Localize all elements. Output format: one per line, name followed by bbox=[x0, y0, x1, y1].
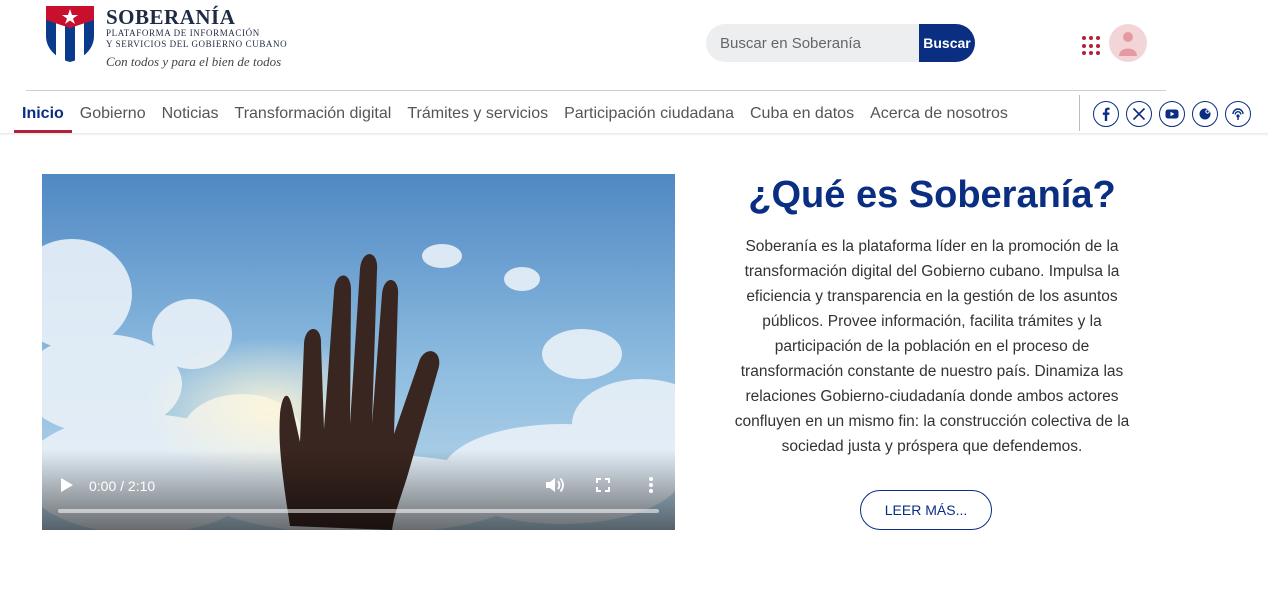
main-nav: Inicio Gobierno Noticias Transformación … bbox=[14, 95, 1016, 133]
youtube-icon[interactable] bbox=[1159, 101, 1185, 127]
brand-title: SOBERANÍA bbox=[106, 5, 236, 29]
play-icon[interactable] bbox=[60, 477, 74, 493]
social-links bbox=[1093, 101, 1258, 127]
about-title: ¿Qué es Soberanía? bbox=[748, 174, 1116, 216]
brand-subtitle-2: Y SERVICIOS DEL GOBIERNO CUBANO bbox=[106, 39, 288, 49]
video-progress-bar[interactable] bbox=[58, 509, 659, 513]
read-more-button[interactable]: LEER MÁS... bbox=[860, 490, 992, 530]
nav-item-tramites-servicios[interactable]: Trámites y servicios bbox=[399, 95, 556, 133]
volume-icon[interactable] bbox=[545, 476, 565, 494]
user-avatar-icon[interactable] bbox=[1109, 24, 1147, 62]
site-logo[interactable]: SOBERANÍA PLATAFORMA DE INFORMACIÓN Y SE… bbox=[46, 6, 287, 70]
cuba-flag-shield-icon bbox=[46, 6, 94, 62]
site-header: SOBERANÍA PLATAFORMA DE INFORMACIÓN Y SE… bbox=[0, 0, 1268, 90]
logo-text: SOBERANÍA PLATAFORMA DE INFORMACIÓN Y SE… bbox=[106, 6, 287, 70]
search-bar: Buscar bbox=[706, 24, 975, 62]
header-divider bbox=[26, 90, 1166, 91]
mastodon-icon[interactable] bbox=[1192, 101, 1218, 127]
x-twitter-icon[interactable] bbox=[1126, 101, 1152, 127]
nav-item-inicio[interactable]: Inicio bbox=[14, 95, 72, 133]
about-text: Soberanía es la plataforma líder en la p… bbox=[734, 238, 1130, 455]
search-button[interactable]: Buscar bbox=[919, 24, 975, 62]
more-options-icon[interactable] bbox=[648, 476, 654, 494]
nav-item-noticias[interactable]: Noticias bbox=[154, 95, 227, 133]
nav-item-transformacion-digital[interactable]: Transformación digital bbox=[227, 95, 400, 133]
intro-video-player[interactable]: 0:00 / 2:10 bbox=[42, 174, 675, 530]
fullscreen-icon[interactable] bbox=[596, 478, 610, 492]
nav-divider bbox=[1079, 95, 1080, 131]
search-input[interactable] bbox=[706, 24, 919, 62]
video-controls: 0:00 / 2:10 bbox=[42, 450, 675, 530]
podcast-icon[interactable] bbox=[1225, 101, 1251, 127]
nav-item-gobierno[interactable]: Gobierno bbox=[72, 95, 154, 133]
nav-item-participacion-ciudadana[interactable]: Participación ciudadana bbox=[556, 95, 742, 133]
facebook-icon[interactable] bbox=[1093, 101, 1119, 127]
page: SOBERANÍA PLATAFORMA DE INFORMACIÓN Y SE… bbox=[0, 0, 1268, 595]
nav-item-cuba-en-datos[interactable]: Cuba en datos bbox=[742, 95, 862, 133]
brand-slogan: Con todos y para el bien de todos bbox=[106, 54, 282, 69]
nav-shadow bbox=[0, 133, 1268, 136]
video-time: 0:00 / 2:10 bbox=[89, 478, 156, 494]
about-section: ¿Qué es Soberanía? Soberanía es la plata… bbox=[722, 170, 1142, 459]
apps-grid-icon[interactable] bbox=[1082, 36, 1102, 56]
nav-item-acerca-de-nosotros[interactable]: Acerca de nosotros bbox=[862, 95, 1016, 133]
brand-subtitle-1: PLATAFORMA DE INFORMACIÓN bbox=[106, 28, 260, 38]
